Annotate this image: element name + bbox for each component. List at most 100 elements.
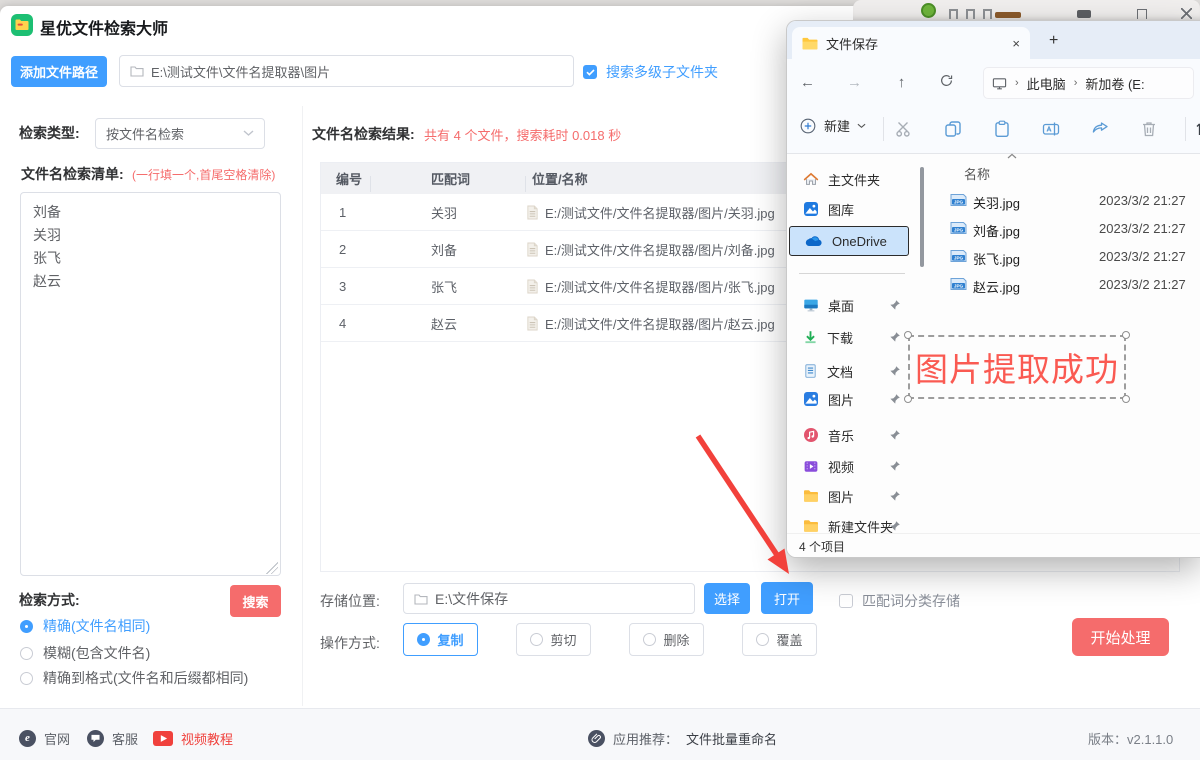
open-button[interactable]: 打开: [761, 582, 813, 614]
radio-icon[interactable]: [417, 633, 431, 646]
search-mode-option[interactable]: 精确到格式(文件名和后缀都相同): [20, 668, 248, 688]
delete-icon[interactable]: [1139, 119, 1159, 139]
copy-icon[interactable]: [943, 119, 963, 139]
download-icon: [803, 330, 818, 345]
subfolder-checkbox[interactable]: [583, 65, 597, 79]
callout-handle[interactable]: [904, 331, 912, 339]
row-number: 2: [339, 241, 347, 257]
explorer-tab[interactable]: 文件保存 ×: [792, 27, 1030, 59]
row-match-word: 刘备: [431, 242, 458, 258]
operation-option-2[interactable]: 剪切: [516, 623, 591, 656]
footer-link-官网[interactable]: e 官网: [19, 709, 70, 760]
radio-icon[interactable]: [20, 619, 33, 633]
up-icon[interactable]: ↑: [893, 74, 910, 91]
operation-option-4[interactable]: 覆盖: [742, 623, 817, 656]
toolbar-separator: [883, 117, 884, 141]
callout-handle[interactable]: [904, 395, 912, 403]
sidebar-scrollbar[interactable]: [920, 167, 924, 267]
search-type-select[interactable]: 按文件名检索: [95, 118, 265, 149]
classify-checkbox[interactable]: [839, 594, 853, 608]
document-icon: [803, 363, 818, 379]
breadcrumb-this-pc[interactable]: 此电脑: [1027, 74, 1066, 93]
cut-icon[interactable]: [894, 119, 914, 139]
jpg-file-icon: JPG: [949, 220, 968, 236]
name-list-textarea[interactable]: 刘备 关羽 张飞 赵云: [20, 192, 281, 576]
search-mode-option-label: 精确(文件名相同): [43, 618, 151, 634]
paste-icon[interactable]: [992, 119, 1012, 139]
add-path-button[interactable]: 添加文件路径: [11, 56, 107, 87]
column-header-name[interactable]: 名称: [964, 164, 990, 183]
promo-label: 应用推荐：: [613, 731, 679, 747]
promo-group[interactable]: 应用推荐： 文件批量重命名: [588, 709, 777, 760]
file-date: 2023/3/2 21:27: [1099, 193, 1186, 208]
sidebar-item-图库[interactable]: 图库: [789, 194, 909, 224]
background-glyph: [983, 9, 992, 19]
file-row[interactable]: JPG 张飞.jpg 2023/3/2 21:27: [939, 243, 1200, 271]
search-mode-option[interactable]: 精确(文件名相同): [20, 616, 150, 636]
select-button[interactable]: 选择: [704, 583, 750, 614]
folder-outline-icon: [414, 593, 428, 605]
forward-icon[interactable]: →: [846, 74, 863, 91]
tab-close-button[interactable]: ×: [1012, 36, 1020, 51]
pin-icon: [889, 365, 901, 377]
subfolder-checkbox-group[interactable]: 搜索多级子文件夹: [583, 62, 718, 82]
radio-icon[interactable]: [20, 671, 33, 685]
share-icon[interactable]: [1090, 119, 1110, 139]
explorer-navbar: ← → ↑ › 此电脑 › 新加卷 (E:: [787, 59, 1200, 105]
jpg-file-icon: JPG: [949, 192, 968, 208]
background-close-glyph: [1181, 8, 1192, 19]
storage-path-input[interactable]: E:\文件保存: [403, 583, 695, 614]
breadcrumb-volume[interactable]: 新加卷 (E:: [1085, 74, 1144, 93]
name-list-label: 文件名检索清单:: [21, 166, 124, 182]
storage-path-value: E:\文件保存: [435, 590, 509, 607]
operation-option-3[interactable]: 删除: [629, 623, 704, 656]
search-type-label: 检索类型:: [19, 125, 80, 141]
footer-link-视频教程[interactable]: 视频教程: [153, 709, 233, 760]
refresh-icon[interactable]: [938, 73, 955, 92]
sidebar-item-label: 图库: [828, 202, 855, 218]
doc-file-icon: [526, 242, 539, 257]
sort-icon[interactable]: [1193, 119, 1200, 139]
sidebar-divider: [799, 273, 905, 274]
address-bar[interactable]: › 此电脑 › 新加卷 (E:: [983, 67, 1194, 99]
sidebar-item-label: 桌面: [828, 298, 855, 314]
sidebar-item-label: 图片: [828, 489, 855, 505]
operation-option-label: 覆盖: [776, 633, 803, 648]
background-dark-glyph: [1077, 10, 1091, 18]
background-glyph: [966, 9, 975, 19]
callout-handle[interactable]: [1122, 395, 1130, 403]
file-date: 2023/3/2 21:27: [1099, 277, 1186, 292]
file-row[interactable]: JPG 关羽.jpg 2023/3/2 21:27: [939, 187, 1200, 215]
textarea-resize-handle[interactable]: [266, 562, 278, 574]
start-button[interactable]: 开始处理: [1072, 618, 1169, 656]
pin-icon: [889, 429, 901, 441]
radio-icon[interactable]: [643, 633, 657, 646]
explorer-tab-title: 文件保存: [826, 36, 879, 52]
panel-divider: [302, 106, 303, 706]
radio-icon[interactable]: [756, 633, 770, 646]
back-icon[interactable]: ←: [799, 74, 816, 91]
file-path-text: E:/测试文件/文件名提取器/图片/关羽.jpg: [545, 205, 775, 221]
music-icon: [803, 427, 819, 443]
row-match-word: 赵云: [431, 316, 458, 332]
footer-link-客服[interactable]: 客服: [87, 709, 138, 760]
explorer-window: 文件保存 × + ← → ↑ › 此电脑 › 新加卷 (E: 新建 主文件夹 图…: [786, 20, 1200, 558]
classify-checkbox-group[interactable]: 匹配词分类存储: [839, 591, 960, 611]
file-row[interactable]: JPG 赵云.jpg 2023/3/2 21:27: [939, 271, 1200, 299]
rename-icon[interactable]: [1041, 119, 1061, 139]
radio-icon[interactable]: [530, 633, 544, 646]
search-mode-option[interactable]: 模糊(包含文件名): [20, 643, 150, 663]
callout-handle[interactable]: [1122, 331, 1130, 339]
radio-icon[interactable]: [20, 646, 33, 660]
svg-text:JPG: JPG: [954, 199, 964, 204]
plus-circle-icon: [799, 117, 817, 135]
search-button[interactable]: 搜索: [230, 585, 281, 617]
sidebar-item-主文件夹[interactable]: 主文件夹: [789, 164, 909, 194]
operation-option-1[interactable]: 复制: [403, 623, 478, 656]
search-path-input[interactable]: E:\测试文件\文件名提取器\图片: [119, 55, 574, 87]
file-row[interactable]: JPG 刘备.jpg 2023/3/2 21:27: [939, 215, 1200, 243]
sidebar-item-OneDrive[interactable]: OneDrive: [789, 226, 909, 256]
new-tab-button[interactable]: +: [1049, 33, 1058, 49]
new-button[interactable]: 新建: [799, 116, 866, 135]
promo-app-name[interactable]: 文件批量重命名: [686, 729, 777, 748]
